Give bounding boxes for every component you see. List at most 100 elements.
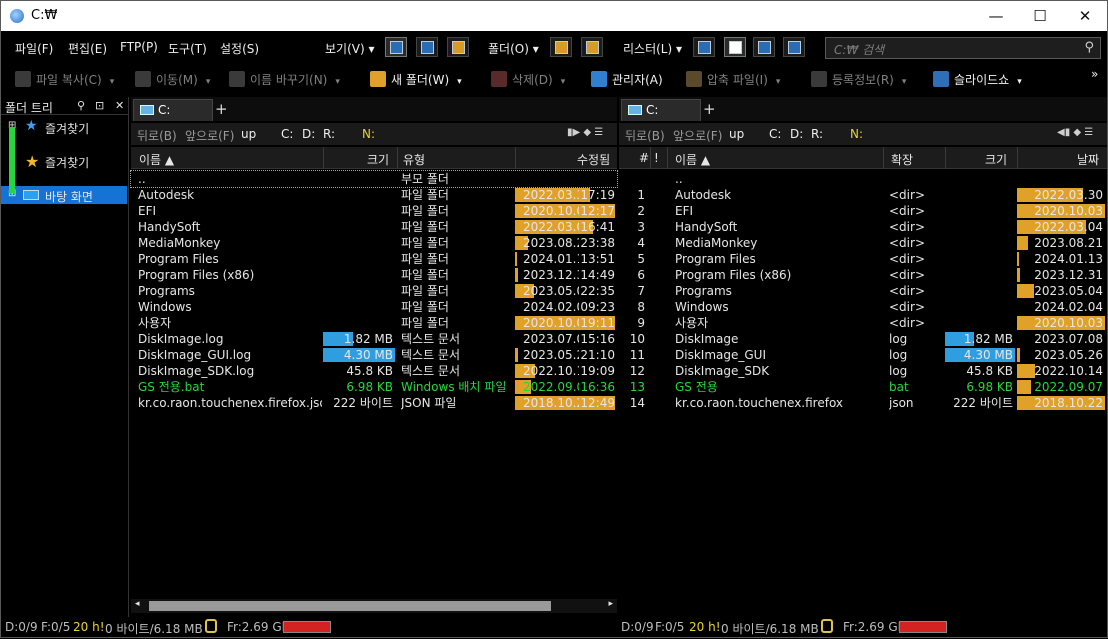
drive-n-button[interactable]: N:: [362, 127, 375, 141]
search-icon[interactable]: ⚲: [1084, 40, 1094, 55]
menu-tools[interactable]: 도구(T): [168, 40, 207, 57]
col-name[interactable]: 이름 ▲: [675, 151, 710, 168]
tree-lock-icon[interactable]: ⊡: [95, 99, 104, 112]
col-type[interactable]: 유형: [403, 151, 425, 168]
right-tab-c[interactable]: C:: [621, 99, 701, 121]
column-divider[interactable]: [650, 147, 651, 169]
file-row[interactable]: GS 전용.bat 6.98 KB Windows 배치 파일 2022.09.071…: [131, 379, 617, 395]
file-row[interactable]: 9 사용자 <dir> 2020.10.03: [619, 315, 1107, 331]
delete-button[interactable]: 삭제(D) ▾: [491, 71, 565, 91]
column-divider[interactable]: [883, 147, 884, 169]
folder-layout-button[interactable]: [550, 37, 572, 57]
left-hscrollbar[interactable]: ◂ ▸: [131, 599, 617, 613]
up-button[interactable]: up: [729, 127, 744, 141]
new-folder-button[interactable]: 새 폴더(W) ▾: [370, 71, 462, 91]
file-row[interactable]: 11 DiskImage_GUI log 4.30 MB 2023.05.26: [619, 347, 1107, 363]
column-divider[interactable]: [323, 147, 324, 169]
file-row[interactable]: 7 Programs <dir> 2023.05.04: [619, 283, 1107, 299]
column-divider[interactable]: [667, 147, 668, 169]
col-num[interactable]: #: [639, 151, 649, 165]
back-button[interactable]: 뒤로(B): [625, 127, 665, 144]
move-button[interactable]: 이동(M) ▾: [135, 71, 210, 91]
forward-button[interactable]: 앞으로(F): [673, 127, 722, 144]
zip-button[interactable]: 압축 파일(I) ▾: [686, 71, 780, 91]
forward-button[interactable]: 앞으로(F): [185, 127, 234, 144]
drive-d-button[interactable]: D:: [302, 127, 315, 141]
search-input[interactable]: C:₩ 검색 ⚲: [825, 37, 1101, 59]
drive-c-button[interactable]: C:: [769, 127, 781, 141]
scroll-left-icon[interactable]: ◂: [135, 599, 140, 609]
lock-icon[interactable]: [821, 619, 833, 633]
rename-button[interactable]: 이름 바꾸기(N) ▾: [229, 71, 340, 91]
menu-folder[interactable]: 폴더(O) ▾: [488, 40, 539, 57]
drive-r-button[interactable]: R:: [811, 127, 823, 141]
up-button[interactable]: up: [241, 127, 256, 141]
col-date[interactable]: 날짜: [1077, 151, 1099, 168]
menu-view[interactable]: 보기(V) ▾: [325, 40, 375, 57]
view-thumbs-button[interactable]: [447, 37, 469, 57]
new-tab-button[interactable]: +: [703, 100, 716, 118]
file-row[interactable]: 4 MediaMonkey <dir> 2023.08.21: [619, 235, 1107, 251]
file-row[interactable]: MediaMonkey 파일 폴더 2023.08.2123:38: [131, 235, 617, 251]
tree-item-desktop[interactable]: ⊞ 바탕 화면: [1, 186, 127, 204]
file-row[interactable]: DiskImage.log 1.82 MB 텍스트 문서 2023.07.0815:1…: [131, 331, 617, 347]
lister-single-button[interactable]: [693, 37, 715, 57]
menu-settings[interactable]: 설정(S): [220, 40, 259, 57]
scroll-right-icon[interactable]: ▸: [608, 599, 613, 609]
new-tab-button[interactable]: +: [215, 100, 228, 118]
file-row[interactable]: EFI 파일 폴더 2020.10.0312:17: [131, 203, 617, 219]
parent-folder-row[interactable]: ..: [619, 171, 1107, 187]
col-size[interactable]: 크기: [985, 151, 1007, 168]
column-divider[interactable]: [397, 147, 398, 169]
file-row[interactable]: 사용자 파일 폴더 2020.10.0319:11: [131, 315, 617, 331]
scroll-thumb[interactable]: [149, 601, 551, 611]
tree-item-favorites-2[interactable]: ★ 즐겨찾기: [1, 152, 127, 171]
file-row[interactable]: 8 Windows <dir> 2024.02.04: [619, 299, 1107, 315]
file-row[interactable]: Programs 파일 폴더 2023.05.0422:35: [131, 283, 617, 299]
file-row[interactable]: 5 Program Files <dir> 2024.01.13: [619, 251, 1107, 267]
close-button[interactable]: ✕: [1062, 1, 1108, 31]
pane-controls-icon[interactable]: ◀▮ ◆ ☰: [1057, 127, 1093, 138]
tree-close-icon[interactable]: ✕: [115, 99, 124, 112]
column-divider[interactable]: [945, 147, 946, 169]
admin-button[interactable]: 관리자(A): [591, 71, 663, 91]
file-row[interactable]: kr.co.raon.touchenex.firefox.json 222 바이트…: [131, 395, 617, 411]
back-button[interactable]: 뒤로(B): [137, 127, 177, 144]
column-divider[interactable]: [1017, 147, 1018, 169]
file-row[interactable]: 10 DiskImage log 1.82 MB 2023.07.08: [619, 331, 1107, 347]
menu-lister[interactable]: 리스터(L) ▾: [623, 40, 682, 57]
file-row[interactable]: Program Files 파일 폴더 2024.01.1313:51: [131, 251, 617, 267]
toolbar-more-button[interactable]: »: [1091, 67, 1098, 87]
lister-preview-button[interactable]: [783, 37, 805, 57]
file-row[interactable]: 12 DiskImage_SDK log 45.8 KB 2022.10.14: [619, 363, 1107, 379]
file-row[interactable]: 13 GS 전용 bat 6.98 KB 2022.09.07: [619, 379, 1107, 395]
drive-c-button[interactable]: C:: [281, 127, 293, 141]
file-row[interactable]: Autodesk 파일 폴더 2022.03.3017:19: [131, 187, 617, 203]
tree-item-favorites-1[interactable]: ⊞ ★ 즐겨찾기: [1, 118, 127, 136]
drive-n-button[interactable]: N:: [850, 127, 863, 141]
col-size[interactable]: 크기: [367, 151, 389, 168]
left-tab-c[interactable]: C:: [133, 99, 213, 121]
tree-search-icon[interactable]: ⚲: [77, 99, 85, 112]
folder-split-button[interactable]: [581, 37, 603, 57]
file-row[interactable]: HandySoft 파일 폴더 2022.03.0416:41: [131, 219, 617, 235]
properties-button[interactable]: 등록정보(R) ▾: [811, 71, 906, 91]
minimize-button[interactable]: —: [973, 1, 1019, 31]
slideshow-button[interactable]: 슬라이드쇼 ▾: [933, 71, 1022, 91]
parent-folder-row[interactable]: .. 부모 폴더: [130, 170, 618, 188]
file-row[interactable]: Windows 파일 폴더 2024.02.0409:23: [131, 299, 617, 315]
col-ext[interactable]: 확장: [891, 151, 913, 168]
maximize-button[interactable]: ☐: [1017, 1, 1063, 31]
menu-file[interactable]: 파일(F): [15, 40, 53, 57]
drive-r-button[interactable]: R:: [323, 127, 335, 141]
menu-edit[interactable]: 편집(E): [68, 40, 107, 57]
pane-controls-icon[interactable]: ▮▶ ◆ ☰: [567, 127, 603, 138]
view-details-button[interactable]: [385, 37, 407, 57]
file-row[interactable]: 6 Program Files (x86) <dir> 2023.12.31: [619, 267, 1107, 283]
col-modified[interactable]: 수정됨: [577, 151, 610, 168]
file-row[interactable]: DiskImage_SDK.log 45.8 KB 텍스트 문서 2022.10.14…: [131, 363, 617, 379]
file-row[interactable]: Program Files (x86) 파일 폴더 2023.12.3114:49: [131, 267, 617, 283]
file-row[interactable]: 3 HandySoft <dir> 2022.03.04: [619, 219, 1107, 235]
lister-tree-button[interactable]: [753, 37, 775, 57]
col-attr[interactable]: !: [654, 151, 659, 165]
